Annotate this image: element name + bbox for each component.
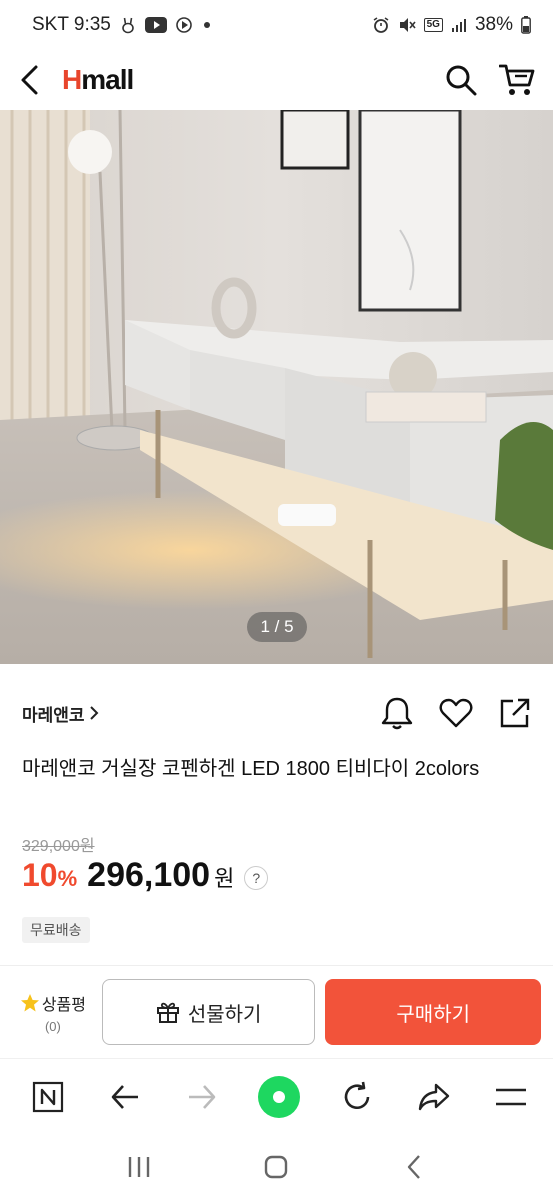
hmall-logo[interactable]: Hmall [62,64,134,96]
logo-h: H [62,64,82,95]
home-icon[interactable] [257,1075,301,1119]
discount-unit: % [57,866,78,891]
purchase-bar: 상품평 (0) 선물하기 구매하기 [0,966,553,1058]
brand-name: 마레앤코 [22,705,85,725]
naver-n-icon[interactable] [26,1075,70,1119]
signal-icon [451,17,467,33]
youtube-icon [144,17,167,33]
bell-icon[interactable] [381,696,413,730]
product-photo [0,110,553,664]
back-arrow-icon[interactable] [103,1075,147,1119]
price-help-button[interactable]: ? [244,866,269,890]
back-icon[interactable] [18,64,40,96]
price-row: 10% 296,100 원 ? [22,856,269,900]
nav-back-icon[interactable] [394,1147,434,1187]
original-price: 329,000원 [22,838,95,855]
dot-icon [203,21,211,29]
forward-arrow-icon[interactable] [180,1075,224,1119]
share-forward-icon[interactable] [412,1075,456,1119]
product-title: 마레앤코 거실장 코펜하겐 LED 1800 티비다이 2colors [22,758,480,780]
menu-icon[interactable] [489,1075,533,1119]
image-pager: 1 / 5 [247,612,307,642]
cart-icon[interactable] [499,63,535,97]
rabbit-icon [119,16,137,34]
status-bar: SKT 9:35 5G 38% [0,0,553,50]
heart-icon[interactable] [439,698,473,728]
search-icon[interactable] [445,64,477,96]
status-time: SKT 9:35 [32,14,111,35]
product-image-carousel[interactable]: 1 / 5 [0,110,553,664]
sale-price: 296,100 [87,856,211,894]
gift-icon [156,1000,180,1024]
logo-rest: mall [81,64,134,95]
buy-button[interactable]: 구매하기 [325,979,541,1045]
recent-apps-icon[interactable] [119,1147,159,1187]
system-nav-bar [0,1134,553,1200]
gift-label: 선물하기 [187,1003,262,1026]
alarm-icon [372,16,390,34]
price-unit: 원 [214,866,235,891]
share-icon[interactable] [499,697,531,729]
network-5g-icon: 5G [423,18,443,32]
discount-rate: 10% [22,857,77,894]
brand-row: 마레앤코 [0,690,553,736]
gift-button[interactable]: 선물하기 [101,979,316,1045]
nav-home-icon[interactable] [256,1147,296,1187]
brand-link[interactable]: 마레앤코 [22,701,99,726]
audio-icon [175,16,195,34]
reviews-label: 상품평 [41,996,86,1014]
app-header: Hmall [0,50,553,110]
discount-value: 10 [22,857,58,893]
reviews-count: (0) [44,1018,61,1034]
free-delivery-badge: 무료배송 [22,917,90,943]
browser-toolbar [0,1058,553,1134]
refresh-icon[interactable] [335,1075,379,1119]
reviews-button[interactable]: 상품평 (0) [10,991,96,1034]
mute-icon [398,16,416,34]
battery-icon [521,16,531,34]
chevron-right-icon [89,705,99,721]
battery-percent: 38% [474,14,513,35]
star-icon [20,993,40,1013]
